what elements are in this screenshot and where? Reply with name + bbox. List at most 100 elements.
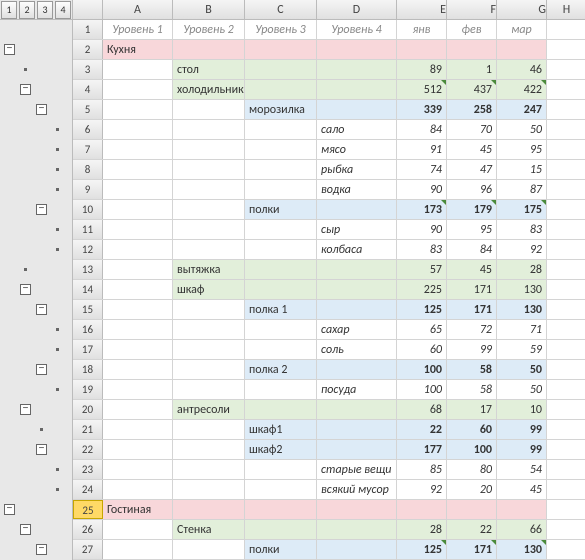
cell[interactable] [497,40,547,59]
cell[interactable]: 85 [397,460,447,479]
row-header[interactable]: 21 [73,420,103,439]
table-row[interactable]: 18полка 21005850 [73,360,585,380]
cell[interactable] [245,40,317,59]
cell[interactable]: 91 [397,140,447,159]
row-header[interactable]: 4 [73,80,103,99]
cell[interactable] [317,400,397,419]
cell[interactable]: фев [447,20,497,39]
cell[interactable] [103,300,173,319]
cell[interactable]: Уровень 3 [245,20,317,39]
cell[interactable]: 50 [497,120,547,139]
collapse-icon[interactable]: − [20,284,31,295]
cell[interactable] [103,480,173,499]
cell[interactable] [103,420,173,439]
table-row[interactable]: 8рыбка744715 [73,160,585,180]
cell[interactable]: 70 [447,120,497,139]
cell[interactable]: 95 [447,220,497,239]
table-row[interactable]: 25Гостиная [73,500,585,520]
cell[interactable]: 20 [447,480,497,499]
cell[interactable] [245,520,317,539]
row-header[interactable]: 10 [73,200,103,219]
cell[interactable] [103,360,173,379]
cell[interactable] [245,240,317,259]
cell[interactable]: 95 [497,140,547,159]
collapse-icon[interactable]: − [20,404,31,415]
cell[interactable]: шкаф2 [245,440,317,459]
cell[interactable]: 258 [447,100,497,119]
cell[interactable]: 437 [447,80,497,99]
cell[interactable]: посуда [317,380,397,399]
cell[interactable] [547,160,585,179]
cell[interactable] [173,140,245,159]
cell[interactable]: 1 [447,60,497,79]
cell[interactable]: 84 [447,240,497,259]
cell[interactable] [245,260,317,279]
cell[interactable]: 90 [397,220,447,239]
cell[interactable]: водка [317,180,397,199]
cell[interactable] [447,500,497,519]
cell[interactable]: 54 [497,460,547,479]
cell[interactable]: рыбка [317,160,397,179]
row-header[interactable]: 1 [73,20,103,39]
table-row[interactable]: 3 стол 89 1 46 [73,60,585,80]
cell[interactable]: 58 [447,380,497,399]
row-header[interactable]: 14 [73,280,103,299]
cell[interactable]: 50 [497,360,547,379]
cell[interactable]: 50 [497,380,547,399]
cell[interactable] [317,100,397,119]
cell[interactable]: 58 [447,360,497,379]
cell[interactable]: мар [497,20,547,39]
cell[interactable]: полка 1 [245,300,317,319]
cell[interactable]: 45 [447,260,497,279]
cell[interactable] [547,100,585,119]
cell[interactable]: мясо [317,140,397,159]
collapse-icon[interactable]: − [36,364,47,375]
cell[interactable] [245,180,317,199]
cell[interactable]: 130 [497,300,547,319]
cell[interactable]: всякий мусор [317,480,397,499]
cell[interactable] [173,360,245,379]
cell[interactable] [103,460,173,479]
cell[interactable] [547,20,585,39]
table-row[interactable]: 1 Уровень 1 Уровень 2 Уровень 3 Уровень … [73,20,585,40]
table-row[interactable]: 16сахар657271 [73,320,585,340]
cell[interactable] [547,80,585,99]
cell[interactable] [547,480,585,499]
cell[interactable]: 74 [397,160,447,179]
cell[interactable] [245,280,317,299]
cell[interactable] [317,260,397,279]
cell[interactable]: 177 [397,440,447,459]
cell[interactable]: стол [173,60,245,79]
cell[interactable]: морозилка [245,100,317,119]
table-row[interactable]: 9водка909687 [73,180,585,200]
cell[interactable] [547,60,585,79]
table-row[interactable]: 6сало847050 [73,120,585,140]
row-header[interactable]: 23 [73,460,103,479]
cell[interactable] [173,460,245,479]
cell[interactable] [173,420,245,439]
outline-level-3[interactable]: 3 [37,1,53,19]
collapse-icon[interactable]: − [4,504,15,515]
spreadsheet-grid[interactable]: A B C D E F G H 1 Уровень 1 Уровень 2 Ур… [73,0,585,560]
outline-level-1[interactable]: 1 [1,1,17,19]
cell[interactable] [245,480,317,499]
collapse-icon[interactable]: − [4,44,15,55]
cell[interactable]: 46 [497,60,547,79]
cell[interactable]: 90 [397,180,447,199]
cell[interactable] [103,320,173,339]
cell[interactable]: Стенка [173,520,245,539]
cell[interactable] [173,180,245,199]
cell[interactable]: сыр [317,220,397,239]
cell[interactable] [173,220,245,239]
cell[interactable]: 83 [397,240,447,259]
cell[interactable] [103,280,173,299]
cell[interactable] [103,440,173,459]
cell[interactable]: 45 [497,480,547,499]
cell[interactable]: 71 [497,320,547,339]
cell[interactable]: шкаф1 [245,420,317,439]
cell[interactable] [103,160,173,179]
col-header-E[interactable]: E [397,0,447,19]
row-header[interactable]: 16 [73,320,103,339]
cell[interactable] [547,340,585,359]
cell[interactable]: 65 [397,320,447,339]
